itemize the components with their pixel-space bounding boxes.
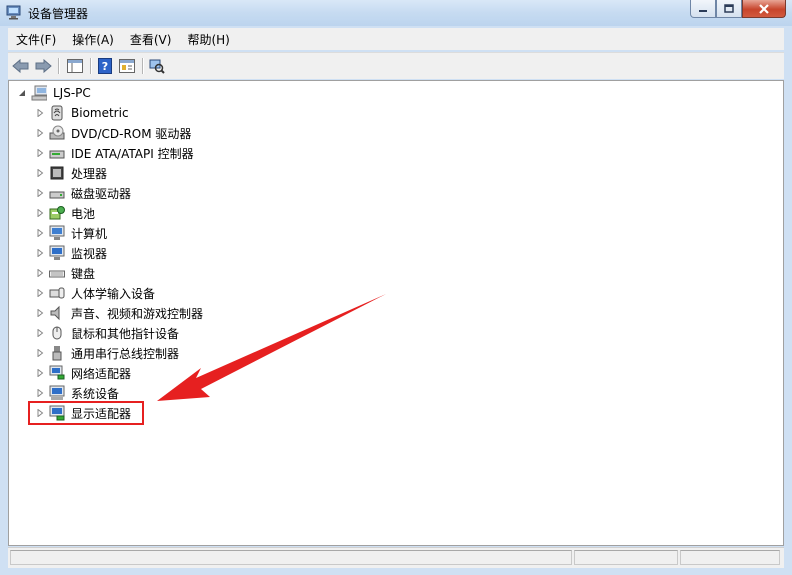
annotation-arrow <box>157 294 386 401</box>
